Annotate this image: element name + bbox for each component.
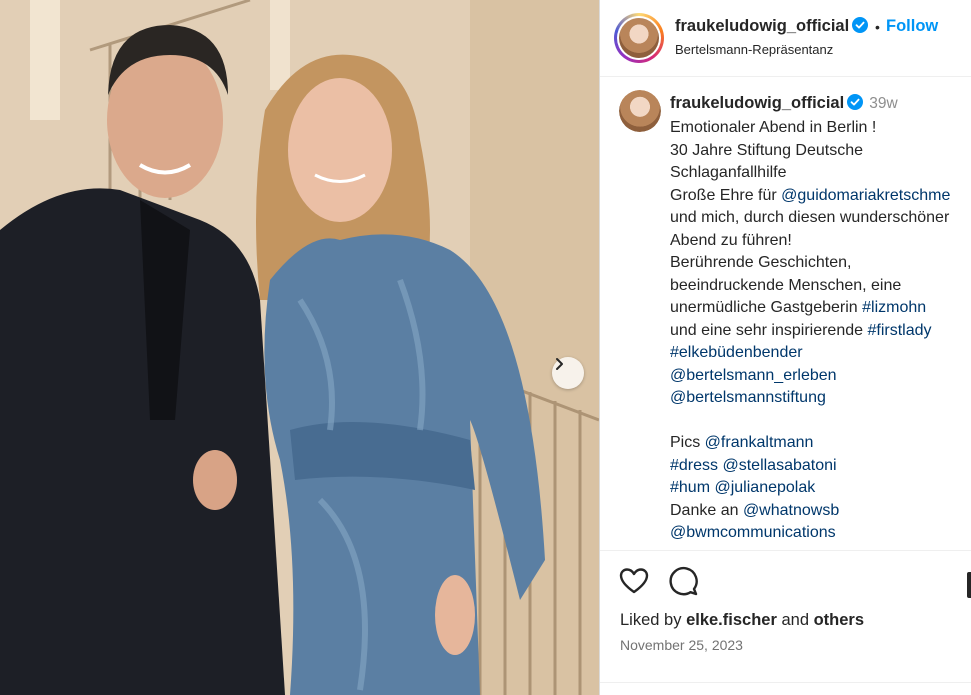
mention-link[interactable]: @bwmcommunications <box>670 524 836 541</box>
hashtag-link[interactable]: #firstlady <box>867 322 931 339</box>
verified-badge-icon <box>847 94 864 110</box>
post-timestamp[interactable]: 39w <box>869 95 897 112</box>
hashtag-link[interactable]: #hum <box>670 479 710 496</box>
post-details-panel: fraukeludowig_official • Follow Bertelsm… <box>599 0 971 695</box>
hashtag-link[interactable]: #elkebüdenbender <box>670 344 803 361</box>
caption-text-segment: Schlaganfallhilfe <box>670 164 787 181</box>
caption-line: Berührende Geschichten, <box>670 252 971 275</box>
mention-link[interactable]: @guidomariakretschme <box>781 187 950 204</box>
mention-link[interactable]: @stellasabatoni <box>722 457 836 474</box>
mention-link[interactable]: @frankaltmann <box>705 434 814 451</box>
mention-link[interactable]: @julianepolak <box>714 479 815 496</box>
likes-summary: Liked by elke.fischer and others <box>620 611 864 630</box>
caption-text: Emotionaler Abend in Berlin ! 30 Jahre St… <box>670 117 971 545</box>
caption-line: beeindruckende Menschen, eine <box>670 275 971 298</box>
caption-text-segment: und mich, durch diesen wunderschöner <box>670 209 950 226</box>
caption-line: 30 Jahre Stiftung Deutsche <box>670 140 971 163</box>
caption-line: #elkebüdenbender <box>670 342 971 365</box>
photo-illustration <box>0 0 599 695</box>
bookmark-icon[interactable] <box>967 572 971 598</box>
caption-text-segment: beeindruckende Menschen, eine <box>670 276 902 294</box>
caption-line: Abend zu führen! <box>670 230 971 253</box>
caption-line: @bertelsmann_erleben <box>670 365 971 388</box>
caption-avatar[interactable] <box>619 90 661 132</box>
avatar-image <box>619 18 659 58</box>
caption-line: Emotionaler Abend in Berlin ! <box>670 117 971 140</box>
author-avatar[interactable] <box>614 13 664 63</box>
divider <box>600 682 971 683</box>
caption-line: Danke an @whatnowsb <box>670 500 971 523</box>
avatar-image <box>619 90 661 132</box>
post-date[interactable]: November 25, 2023 <box>620 637 743 653</box>
caption-username[interactable]: fraukeludowig_official <box>670 94 844 112</box>
likes-prefix: Liked by <box>620 611 682 629</box>
caption-section: fraukeludowig_official 39w Emotionaler Ab… <box>600 77 971 551</box>
comment-icon[interactable] <box>667 565 701 599</box>
caption-text-segment: Große Ehre für <box>670 186 782 204</box>
caption-text-segment: unermüdliche Gastgeberin <box>670 299 863 316</box>
verified-badge-icon <box>852 17 869 33</box>
likes-others[interactable]: others <box>814 611 864 629</box>
heart-icon[interactable] <box>618 565 652 599</box>
caption-text-segment: 30 Jahre Stiftung Deutsche <box>670 141 864 159</box>
caption-text-segment: Emotionaler Abend in Berlin ! <box>670 119 877 136</box>
caption-line: unermüdliche Gastgeberin #lizmohn <box>670 297 971 320</box>
carousel-next-button[interactable] <box>552 357 584 389</box>
mention-link[interactable]: @bertelsmannstiftung <box>670 389 826 406</box>
caption-text-segment: Abend zu führen! <box>670 231 792 249</box>
caption-line: #dress @stellasabatoni <box>670 455 971 478</box>
caption-text-segment: Berührende Geschichten, <box>670 254 852 271</box>
caption-line: #hum @julianepolak <box>670 477 971 500</box>
post-header: fraukeludowig_official • Follow Bertelsm… <box>600 0 971 77</box>
caption-text-segment: Pics <box>670 434 705 451</box>
follow-button[interactable]: Follow <box>886 17 938 36</box>
liked-by-user[interactable]: elke.fischer <box>686 611 777 629</box>
caption-line: @bertelsmannstiftung <box>670 387 971 410</box>
caption-line: Schlaganfallhilfe <box>670 162 971 185</box>
caption-text-segment: und eine sehr inspirierende <box>670 321 868 339</box>
hashtag-link[interactable]: #dress <box>670 457 718 474</box>
caption-line: @bwmcommunications <box>670 522 971 545</box>
caption-line: Pics @frankaltmann <box>670 432 971 455</box>
post-photo[interactable] <box>0 0 599 695</box>
caption-line: Große Ehre für @guidomariakretschme <box>670 185 971 208</box>
separator-dot: • <box>875 19 880 35</box>
mention-link[interactable]: @whatnowsb <box>743 502 839 519</box>
caption-line: und eine sehr inspirierende #firstlady <box>670 320 971 343</box>
likes-and: and <box>781 611 809 629</box>
hashtag-link[interactable]: #lizmohn <box>862 299 926 316</box>
action-bar <box>600 565 971 605</box>
author-username[interactable]: fraukeludowig_official <box>675 17 849 35</box>
caption-text-segment: Danke an <box>670 501 743 519</box>
caption-line <box>670 410 971 433</box>
mention-link[interactable]: @bertelsmann_erleben <box>670 367 837 384</box>
caption-line: und mich, durch diesen wunderschöner <box>670 207 971 230</box>
location-link[interactable]: Bertelsmann-Repräsentanz <box>675 42 833 57</box>
